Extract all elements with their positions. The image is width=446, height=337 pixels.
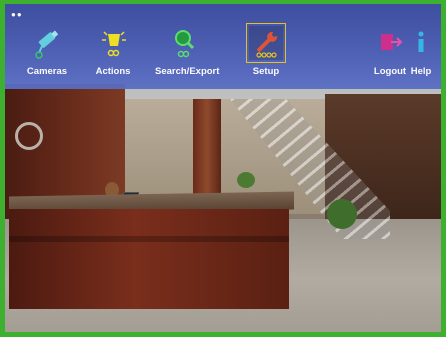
setup-button[interactable]: Setup	[236, 23, 296, 82]
plant-large	[327, 199, 357, 229]
search-export-label: Search/Export	[155, 66, 220, 77]
reception-desk	[9, 209, 289, 309]
setup-label: Setup	[252, 66, 280, 77]
search-magnifier-icon	[175, 30, 195, 58]
cameras-button[interactable]: Cameras	[17, 26, 77, 82]
plant-small	[237, 172, 255, 188]
camera-icon	[35, 30, 59, 59]
cameras-label: Cameras	[26, 66, 68, 77]
help-label: Help	[410, 66, 432, 77]
app-window: ●● Cameras Actions Search/Export Setup L…	[0, 0, 446, 337]
desk-band	[9, 236, 289, 242]
main-toolbar: ●● Cameras Actions Search/Export Setup L…	[5, 4, 441, 89]
wall-logo	[15, 122, 43, 150]
actions-bulb-icon	[102, 31, 126, 57]
window-dots-icon: ●●	[11, 10, 23, 19]
wrench-setup-icon	[246, 23, 286, 63]
help-button[interactable]: Help	[398, 26, 441, 82]
search-export-button[interactable]: Search/Export	[155, 26, 220, 82]
actions-button[interactable]: Actions	[83, 26, 143, 82]
actions-label: Actions	[95, 66, 131, 77]
help-info-icon	[418, 31, 424, 52]
